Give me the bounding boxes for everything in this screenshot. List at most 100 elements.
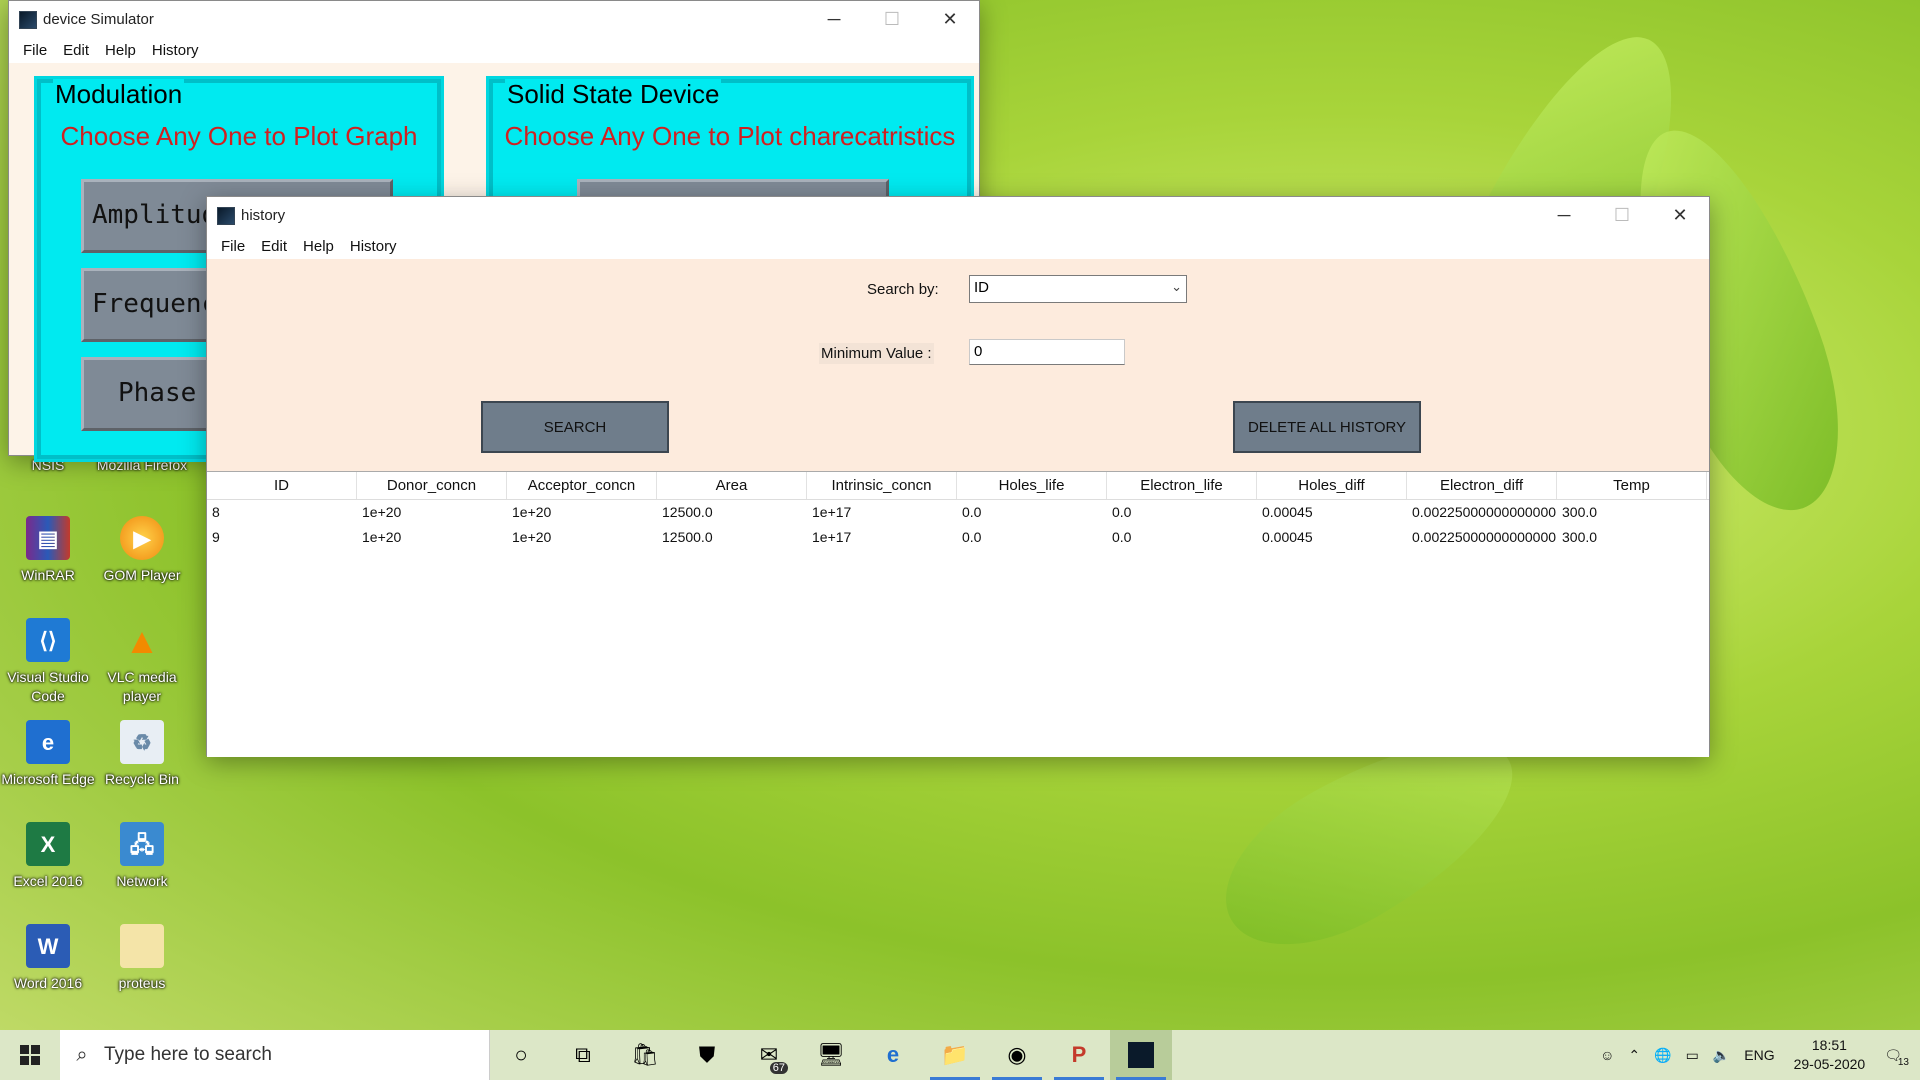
menu-history[interactable]: History — [342, 238, 405, 255]
menu-file[interactable]: File — [15, 42, 55, 59]
people-icon[interactable]: ☺ — [1593, 1047, 1621, 1063]
app-icon — [19, 10, 37, 29]
volume-icon[interactable]: 🔈 — [1706, 1047, 1737, 1064]
mail-icon[interactable]: ✉ 67 — [738, 1030, 800, 1080]
shield-app-icon[interactable]: ⛊ — [676, 1030, 738, 1080]
word-icon: W — [26, 924, 70, 968]
delete-all-history-button[interactable]: DELETE ALL HISTORY — [1233, 401, 1421, 453]
column-header[interactable]: Holes_diff — [1257, 472, 1407, 499]
solid-state-subtitle: Choose Any One to Plot charecatristics — [504, 121, 956, 151]
column-header[interactable]: Area — [657, 472, 807, 499]
column-header[interactable]: Temp — [1557, 472, 1707, 499]
desktop-icon-recycle-bin[interactable]: ♻ Recycle Bin — [94, 720, 190, 789]
desktop-icon-word[interactable]: W Word 2016 — [0, 924, 96, 993]
edge-icon: e — [26, 720, 70, 764]
table-cell: 1e+20 — [362, 504, 402, 520]
desktop-icon-vscode[interactable]: ⟨⟩ Visual Studio Code — [0, 618, 96, 706]
globe-icon[interactable]: 🌐 — [1647, 1047, 1678, 1064]
table-header: ID Donor_concn Acceptor_concn Area Intri… — [207, 472, 1709, 500]
table-cell: 1e+17 — [812, 529, 852, 545]
simulator-titlebar[interactable]: device Simulator ─ ☐ ✕ — [9, 1, 979, 38]
cortana-icon[interactable]: ○ — [490, 1030, 552, 1080]
column-header[interactable]: ID — [207, 472, 357, 499]
search-by-value: ID — [974, 279, 989, 296]
table-row[interactable]: 8 1e+20 1e+20 12500.0 1e+17 0.0 0.0 0.00… — [207, 500, 1709, 525]
desktop-icon-network[interactable]: 🖧 Network — [94, 822, 190, 891]
search-placeholder: Type here to search — [104, 1044, 272, 1065]
menu-edit[interactable]: Edit — [55, 42, 97, 59]
task-view-icon[interactable]: ⧉ — [552, 1030, 614, 1080]
table-cell: 12500.0 — [662, 504, 713, 520]
column-header[interactable]: Electron_diff — [1407, 472, 1557, 499]
column-header[interactable]: Donor_concn — [357, 472, 507, 499]
history-window: history ─ ☐ ✕ File Edit Help History Sea… — [206, 196, 1710, 757]
column-header[interactable]: Holes_life — [957, 472, 1107, 499]
taskbar: ⌕ Type here to search ○ ⧉ 🛍 ⛊ ✉ 67 🖥 e 📁 … — [0, 1030, 1920, 1080]
column-header[interactable]: Intrinsic_concn — [807, 472, 957, 499]
chevron-up-icon[interactable]: ⌃ — [1621, 1047, 1647, 1064]
edge-taskbar-icon[interactable]: e — [862, 1030, 924, 1080]
menu-help[interactable]: Help — [97, 42, 144, 59]
table-cell: 12500.0 — [662, 529, 713, 545]
table-cell: 0.00045 — [1262, 504, 1313, 520]
clock-date: 29-05-2020 — [1793, 1056, 1866, 1072]
taskbar-search[interactable]: ⌕ Type here to search — [60, 1030, 490, 1080]
desktop-icon-label: Recycle Bin — [105, 771, 179, 787]
desktop-icon-excel[interactable]: X Excel 2016 — [0, 822, 96, 891]
file-explorer-icon[interactable]: 📁 — [924, 1030, 986, 1080]
maximize-icon[interactable]: ☐ — [1593, 197, 1651, 234]
table-cell: 0.0 — [962, 504, 982, 520]
desktop-icon-label: Visual Studio Code — [7, 669, 89, 704]
desktop-icon-label: WinRAR — [21, 567, 75, 583]
table-cell: 1e+20 — [512, 529, 552, 545]
search-button[interactable]: SEARCH — [481, 401, 669, 453]
history-titlebar[interactable]: history ─ ☐ ✕ — [207, 197, 1709, 234]
close-icon[interactable]: ✕ — [921, 1, 979, 38]
column-header[interactable]: Acceptor_concn — [507, 472, 657, 499]
desktop-icon-proteus[interactable]: proteus — [94, 924, 190, 993]
minimum-value-input[interactable]: 0 — [969, 339, 1125, 365]
recycle-bin-icon: ♻ — [120, 720, 164, 764]
winrar-icon: ▤ — [26, 516, 70, 560]
menu-help[interactable]: Help — [295, 238, 342, 255]
menu-edit[interactable]: Edit — [253, 238, 295, 255]
maximize-icon[interactable]: ☐ — [863, 1, 921, 38]
chrome-icon[interactable]: ◉ — [986, 1030, 1048, 1080]
table-cell: 0.00225000000000000 — [1412, 529, 1557, 545]
table-cell: 0.00045 — [1262, 529, 1313, 545]
app-icon — [217, 206, 235, 225]
desktop-icon-gom[interactable]: ▶ GOM Player — [94, 516, 190, 585]
clock[interactable]: 18:51 29-05-2020 — [1782, 1036, 1878, 1074]
table-cell: 0.0 — [962, 529, 982, 545]
minimize-icon[interactable]: ─ — [805, 1, 863, 38]
solid-state-legend: Solid State Device — [505, 79, 722, 110]
powerpoint-icon[interactable]: P — [1048, 1030, 1110, 1080]
desktop-icon-label: Excel 2016 — [13, 873, 83, 889]
screen-app-icon[interactable]: 🖥 — [800, 1030, 862, 1080]
vlc-icon: ▲ — [124, 619, 160, 661]
search-by-label: Search by: — [867, 281, 939, 298]
battery-icon[interactable]: ▭ — [1679, 1047, 1706, 1064]
table-cell: 300.0 — [1562, 504, 1598, 520]
table-row[interactable]: 9 1e+20 1e+20 12500.0 1e+17 0.0 0.0 0.00… — [207, 525, 1709, 550]
desktop-icon-label: proteus — [118, 975, 166, 991]
start-button[interactable] — [0, 1030, 60, 1080]
language-indicator[interactable]: ENG — [1737, 1047, 1781, 1063]
desktop-icon-vlc[interactable]: ▲ VLC media player — [94, 618, 190, 706]
menu-file[interactable]: File — [213, 238, 253, 255]
gom-player-icon: ▶ — [120, 516, 164, 560]
notification-icon[interactable]: 🗨 13 — [1877, 1047, 1920, 1068]
desktop-icon-winrar[interactable]: ▤ WinRAR — [0, 516, 96, 585]
close-icon[interactable]: ✕ — [1651, 197, 1709, 234]
table-cell: 300.0 — [1562, 529, 1598, 545]
windows-icon — [20, 1045, 40, 1065]
menu-history[interactable]: History — [144, 42, 207, 59]
minimize-icon[interactable]: ─ — [1535, 197, 1593, 234]
column-header[interactable]: Electron_life — [1107, 472, 1257, 499]
python-app-icon[interactable] — [1110, 1030, 1172, 1080]
modulation-legend: Modulation — [53, 79, 185, 110]
table-cell: 0.0 — [1112, 529, 1132, 545]
desktop-icon-edge[interactable]: e Microsoft Edge — [0, 720, 96, 789]
store-icon[interactable]: 🛍 — [614, 1030, 676, 1080]
search-by-select[interactable]: ID ⌄ — [969, 275, 1187, 303]
